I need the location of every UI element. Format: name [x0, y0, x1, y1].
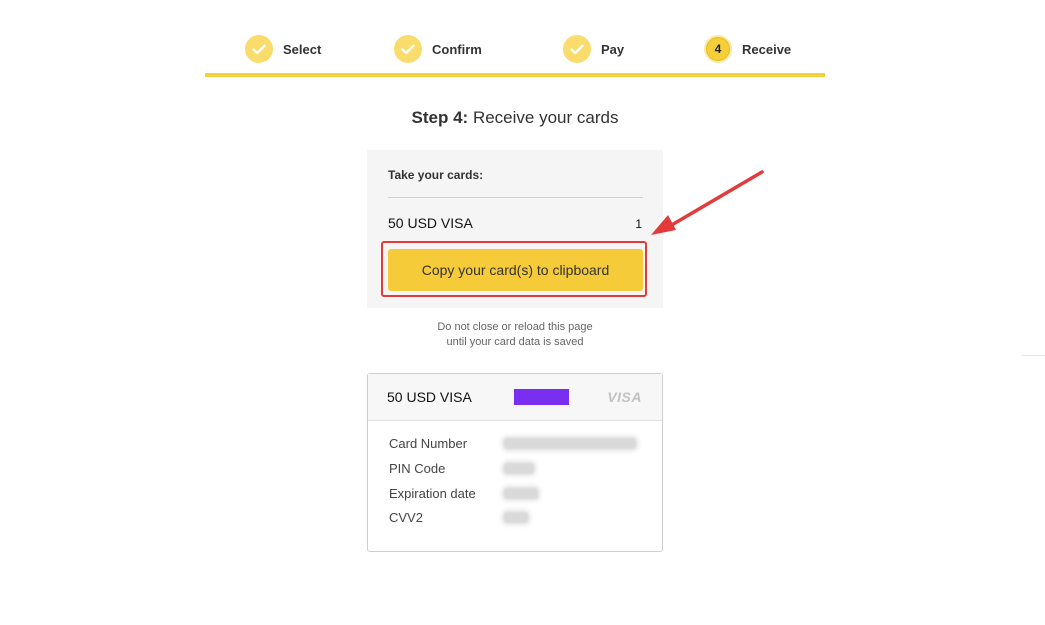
card-details-panel: 50 USD VISA VISA Card Number PIN Code Ex…	[367, 373, 663, 552]
warning-line-2: until your card data is saved	[446, 336, 584, 348]
page-title-text: Receive your cards	[472, 108, 619, 127]
stepper-progress-bar	[205, 73, 825, 77]
cvv2-value-blurred[interactable]	[504, 512, 528, 523]
cvv2-row: CVV2	[389, 508, 643, 528]
divider	[388, 197, 643, 198]
checkmark-icon	[563, 35, 591, 63]
progress-stepper: Select Confirm Pay 4 Receive	[205, 30, 825, 77]
do-not-close-warning: Do not close or reload this page until y…	[367, 320, 663, 350]
divider	[1022, 355, 1045, 356]
card-name: 50 USD VISA	[387, 389, 472, 405]
card-number-row: Card Number	[389, 434, 643, 454]
visa-logo: VISA	[607, 389, 642, 405]
step-label: Confirm	[432, 41, 482, 57]
checkmark-icon	[394, 35, 422, 63]
take-cards-heading: Take your cards:	[388, 168, 484, 182]
annotation-arrow-icon	[651, 170, 764, 235]
pin-code-value-blurred[interactable]	[504, 463, 534, 474]
pin-code-label: PIN Code	[389, 461, 446, 476]
pin-code-row: PIN Code	[389, 459, 643, 479]
card-number-value-blurred[interactable]	[504, 438, 636, 449]
expiration-date-label: Expiration date	[389, 486, 476, 501]
step-label: Receive	[742, 41, 792, 57]
expiration-date-value-blurred[interactable]	[504, 488, 538, 499]
card-item-name: 50 USD VISA	[388, 215, 473, 231]
step-number-badge: 4	[704, 35, 732, 63]
step-confirm: Confirm	[394, 35, 482, 63]
cvv2-label: CVV2	[389, 510, 423, 525]
step-label: Select	[283, 41, 322, 57]
step-pay: Pay	[563, 35, 624, 63]
page-title-prefix: Step 4:	[411, 108, 469, 127]
redaction-block	[514, 389, 569, 405]
step-receive: 4 Receive	[704, 35, 791, 63]
copy-to-clipboard-button[interactable]: Copy your card(s) to clipboard	[388, 249, 643, 291]
warning-line-1: Do not close or reload this page	[437, 321, 593, 333]
expiration-date-row: Expiration date	[389, 484, 643, 504]
card-details-header: 50 USD VISA VISA	[368, 374, 662, 421]
step-select: Select	[245, 35, 321, 63]
card-number-label: Card Number	[389, 436, 468, 451]
page-title: Step 4: Receive your cards	[0, 108, 1030, 128]
step-label: Pay	[601, 41, 625, 57]
take-cards-panel: Take your cards: 50 USD VISA 1 Copy your…	[367, 150, 663, 308]
checkmark-icon	[245, 35, 273, 63]
